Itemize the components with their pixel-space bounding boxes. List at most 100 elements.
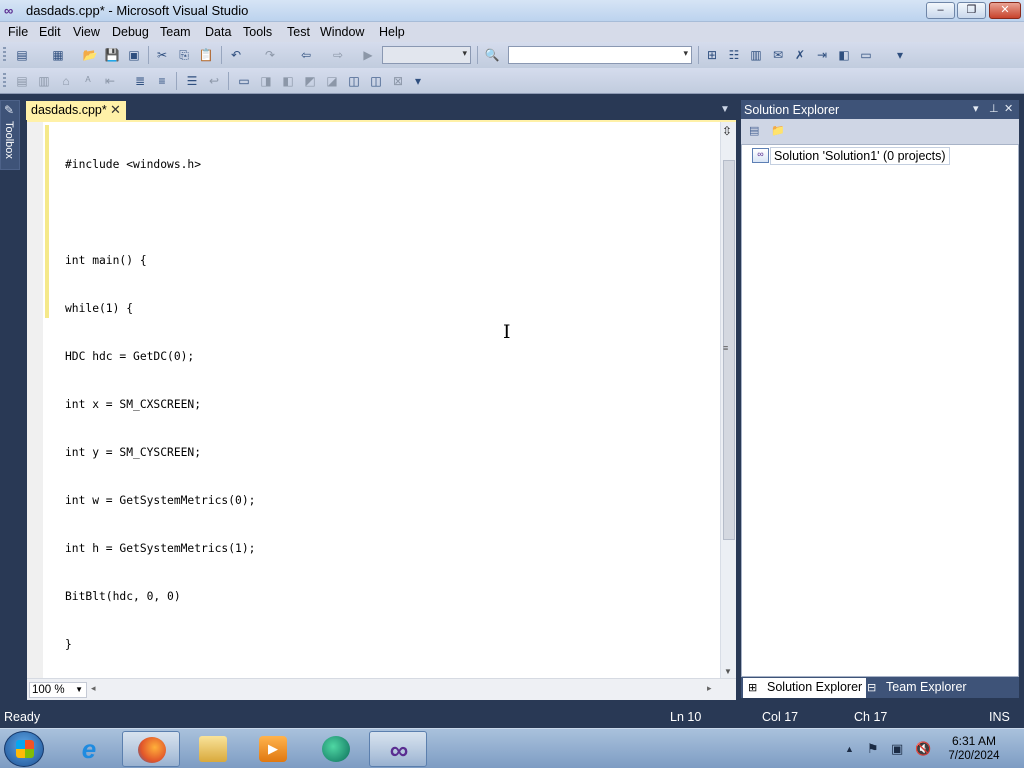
increase-indent-icon[interactable]: ≣ [132, 73, 148, 89]
show-all-files-icon[interactable]: 📁 [771, 124, 787, 138]
menu-team[interactable]: Team [160, 25, 191, 39]
comment-lines-icon[interactable]: ≡ [154, 73, 170, 89]
paste-icon[interactable]: 📋 [198, 47, 214, 63]
indicator-margin [27, 122, 43, 678]
minimize-button[interactable]: – [926, 2, 955, 19]
menu-data[interactable]: Data [205, 25, 231, 39]
toolbar-grip[interactable] [3, 73, 6, 89]
save-all-icon[interactable]: ▣ [126, 47, 142, 63]
solution-configuration-combo[interactable]: ▾ [382, 46, 471, 64]
next-bookmark-in-folder-icon[interactable]: ◪ [324, 73, 340, 89]
open-file-icon[interactable]: 📂 [82, 47, 98, 63]
toggle-bookmark-icon[interactable]: ▭ [236, 73, 252, 89]
firefox-icon[interactable] [122, 731, 180, 767]
code-line: while(1) { [65, 302, 134, 315]
menu-edit[interactable]: Edit [39, 25, 61, 39]
close-button[interactable]: ✕ [989, 2, 1021, 19]
code-line: int h = GetSystemMetrics(1); [65, 542, 256, 555]
new-project-icon[interactable]: ▤ [14, 47, 30, 63]
undo-icon[interactable]: ↶ [228, 47, 244, 63]
menu-tools[interactable]: Tools [243, 25, 272, 39]
media-play-glyph: ▶ [259, 736, 287, 762]
previous-bookmark-icon[interactable]: ◨ [258, 73, 274, 89]
tab-solution-explorer[interactable]: ⊞ Solution Explorer [743, 678, 867, 698]
toolbar-grip[interactable] [3, 47, 6, 63]
command-window-icon[interactable]: ▭ [858, 47, 874, 63]
menu-test[interactable]: Test [287, 25, 310, 39]
clear-bookmarks-icon[interactable]: ⊠ [390, 73, 406, 89]
network-icon[interactable]: ▣ [891, 741, 903, 757]
solution-tree[interactable]: ∞ Solution 'Solution1' (0 projects) [741, 144, 1019, 677]
tools-icon[interactable]: ✗ [792, 47, 808, 63]
start-page-icon[interactable]: ⇥ [814, 47, 830, 63]
quick-info-icon[interactable]: ⌂ [58, 73, 74, 89]
restore-button[interactable]: ❐ [957, 2, 986, 19]
save-icon[interactable]: 💾 [104, 47, 120, 63]
extension-manager-icon[interactable]: ◧ [836, 47, 852, 63]
internet-explorer-icon[interactable]: e [60, 731, 118, 767]
parameter-info-icon[interactable]: ▥ [36, 73, 52, 89]
code-text[interactable]: #include <windows.h> int main() { while(… [65, 125, 255, 733]
properties-window-icon[interactable]: ☷ [726, 47, 742, 63]
find-in-files-icon[interactable]: 🔍 [484, 47, 500, 63]
menu-help[interactable]: Help [379, 25, 405, 39]
close-pane-icon[interactable]: ✕ [1004, 102, 1013, 115]
clock-time: 6:31 AM [951, 734, 997, 748]
cut-icon[interactable]: ✂ [154, 47, 170, 63]
toolbar-separator [148, 46, 149, 64]
splitter-icon[interactable]: ⇳ [722, 124, 732, 138]
scroll-down-icon[interactable]: ▼ [724, 667, 732, 676]
internet-explorer-glyph: e [81, 734, 97, 764]
volume-muted-icon[interactable]: 🔇 [915, 741, 931, 757]
menu-file[interactable]: File [8, 25, 28, 39]
scroll-left-icon[interactable]: ◂ [91, 683, 96, 694]
wrap-icon[interactable]: ↩ [206, 73, 222, 89]
menu-bar: File Edit View Debug Team Data Tools Tes… [0, 22, 1024, 42]
complete-word-icon[interactable]: ᴬ [80, 73, 96, 89]
start-button[interactable] [4, 731, 44, 767]
toolbar-options-icon[interactable]: ▾ [892, 47, 908, 63]
menu-window[interactable]: Window [320, 25, 364, 39]
redo-icon[interactable]: ↷ [262, 47, 278, 63]
toolbar-options-icon[interactable]: ▾ [410, 73, 426, 89]
decrease-indent-icon[interactable]: ⇤ [102, 73, 118, 89]
auto-hide-pin-icon[interactable]: ⊥ [989, 102, 999, 115]
copy-icon[interactable]: ⎘ [176, 47, 192, 63]
uncomment-lines-icon[interactable]: ☰ [184, 73, 200, 89]
code-editor[interactable]: #include <windows.h> int main() { while(… [27, 120, 736, 700]
zoom-combo[interactable]: 100 % ▼ [29, 682, 87, 698]
add-item-icon[interactable]: ▦ [50, 47, 66, 63]
taskbar: e ▶ ∞ ▲ ⚑ ▣ 🔇 6:31 AM 7/20/2024 [0, 728, 1024, 768]
file-explorer-icon[interactable] [184, 731, 242, 767]
tab-team-explorer[interactable]: ⊟ Team Explorer [862, 678, 971, 698]
navigate-forward-icon[interactable]: ⇨ [330, 47, 346, 63]
close-tab-icon[interactable]: ✕ [110, 102, 121, 118]
toolbox-tab[interactable]: ✎ Toolbox [0, 100, 20, 170]
action-center-flag-icon[interactable]: ⚑ [867, 741, 879, 757]
start-debugging-icon[interactable]: ▶ [360, 47, 376, 63]
toolbox-toolbar-icon[interactable]: ✉ [770, 47, 786, 63]
properties-icon[interactable]: ▤ [749, 124, 765, 138]
display-object-members-icon[interactable]: ▤ [14, 73, 30, 89]
scroll-right-icon[interactable]: ▸ [707, 683, 712, 694]
document-tab[interactable]: dasdads.cpp* ✕ [26, 101, 126, 120]
show-hidden-icons-icon[interactable]: ▲ [845, 744, 854, 754]
previous-bookmark-in-folder-icon[interactable]: ◩ [302, 73, 318, 89]
window-position-dropdown-icon[interactable]: ▾ [973, 102, 979, 115]
solution-explorer-toolbar-icon[interactable]: ⊞ [704, 47, 720, 63]
visual-studio-icon[interactable]: ∞ [369, 731, 427, 767]
app-icon[interactable] [307, 731, 365, 767]
menu-view[interactable]: View [73, 25, 100, 39]
solution-root-node[interactable]: Solution 'Solution1' (0 projects) [770, 147, 950, 165]
vertical-scrollbar[interactable]: ⇳ ≡ ▼ [720, 122, 736, 678]
navigate-backward-icon[interactable]: ⇦ [298, 47, 314, 63]
object-browser-icon[interactable]: ▥ [748, 47, 764, 63]
next-bookmark-in-document-icon[interactable]: ◫ [368, 73, 384, 89]
previous-bookmark-in-document-icon[interactable]: ◫ [346, 73, 362, 89]
clock[interactable]: 6:31 AM 7/20/2024 [934, 734, 1014, 764]
document-list-dropdown-icon[interactable]: ▼ [720, 104, 730, 115]
menu-debug[interactable]: Debug [112, 25, 149, 39]
find-combo[interactable]: ▾ [508, 46, 692, 64]
media-player-icon[interactable]: ▶ [244, 731, 302, 767]
next-bookmark-icon[interactable]: ◧ [280, 73, 296, 89]
